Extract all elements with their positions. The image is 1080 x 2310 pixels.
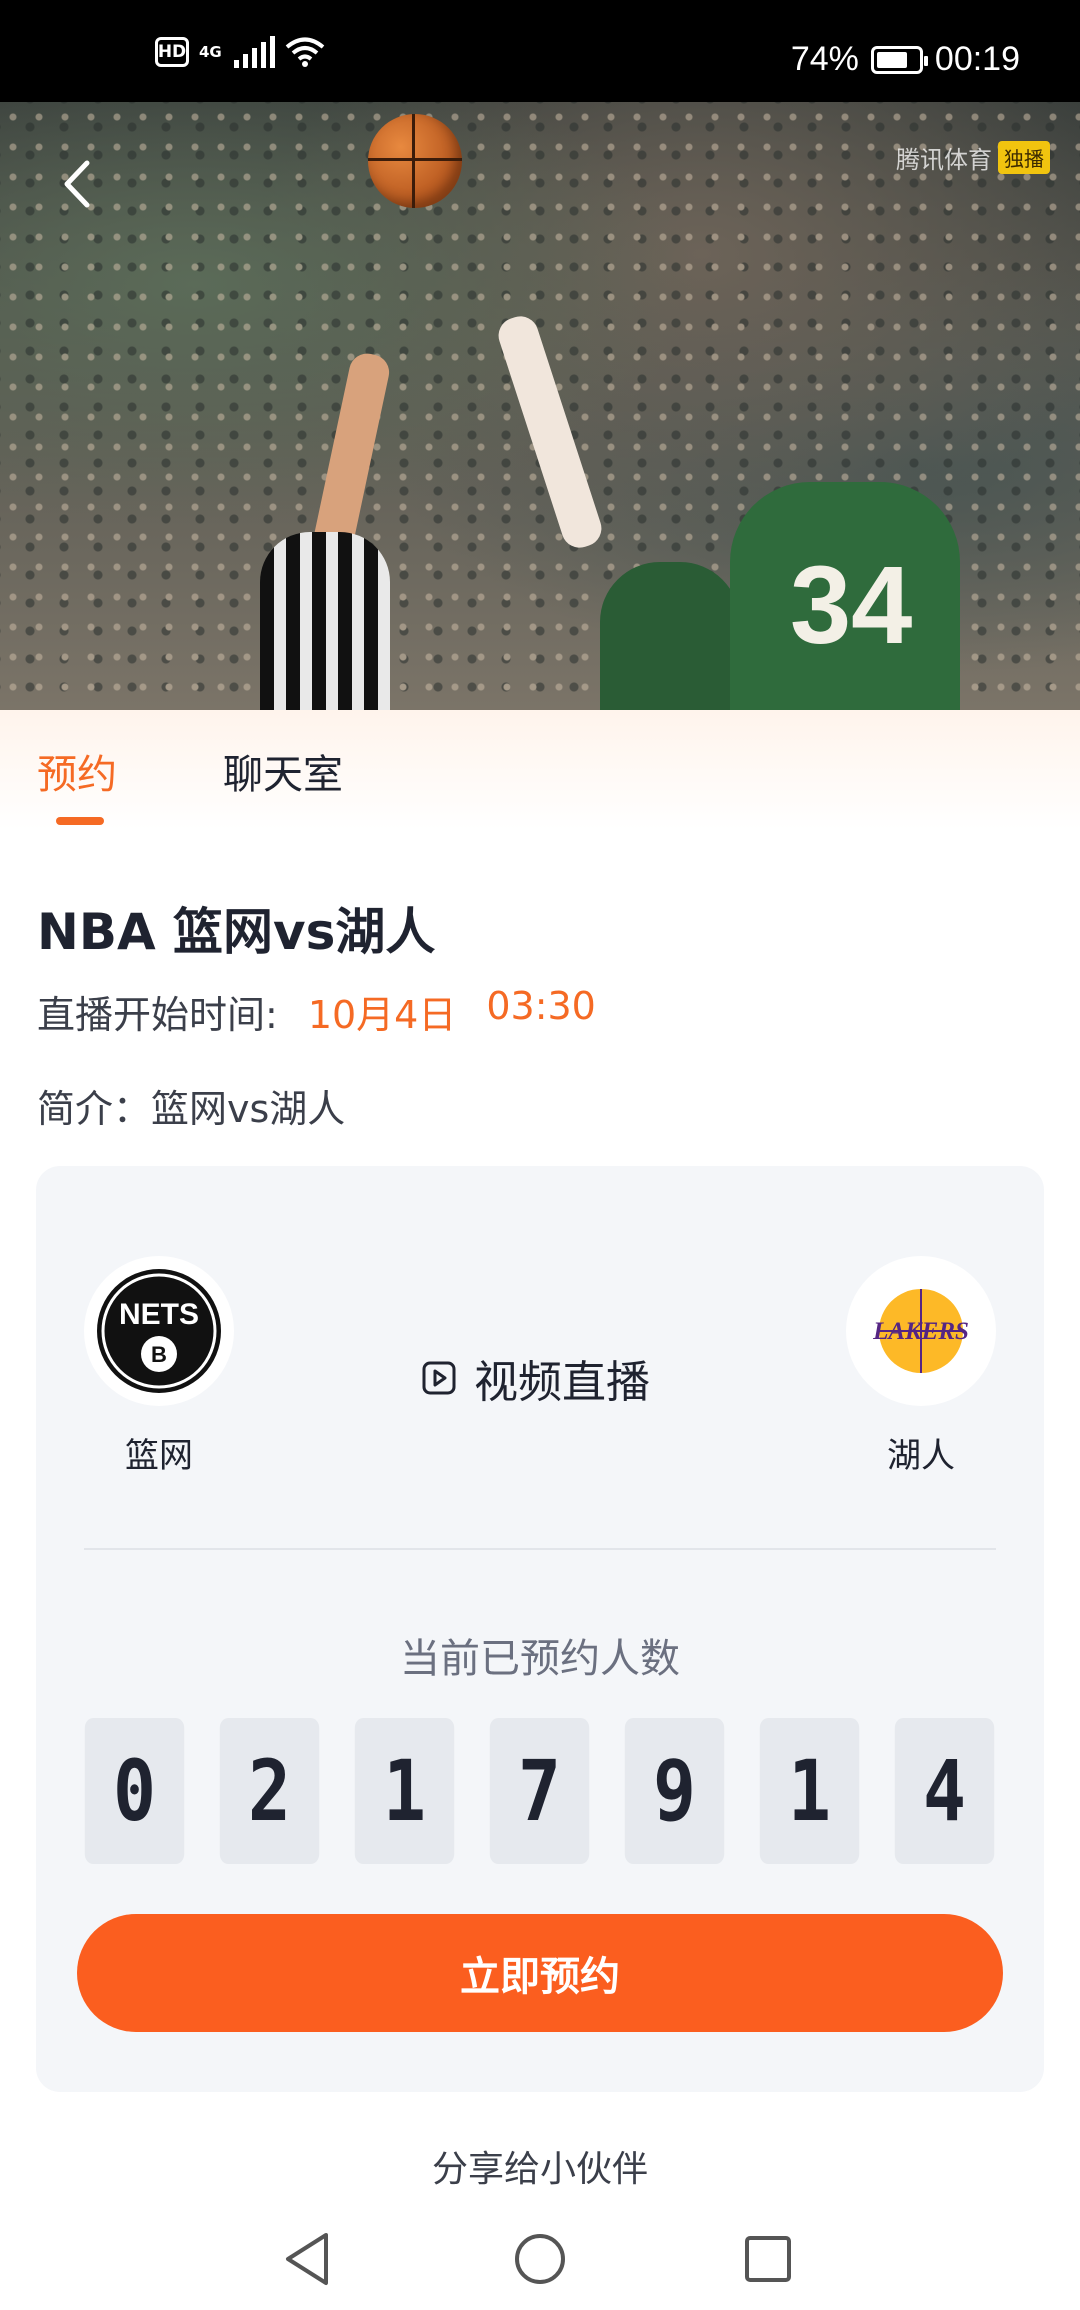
start-time-row: 直播开始时间: 10月4日 03:30	[37, 984, 596, 1039]
counter-digit: 2	[219, 1718, 320, 1864]
referee-figure	[260, 532, 390, 710]
tab-chatroom[interactable]: 聊天室	[223, 742, 343, 800]
counter-digit: 1	[759, 1718, 860, 1864]
home-team: NETS B 篮网	[84, 1256, 234, 1477]
lakers-logo-icon: LAKERS	[872, 1289, 969, 1373]
watermark-tag: 独播	[998, 141, 1050, 174]
battery-level	[876, 51, 907, 68]
away-team-name: 湖人	[887, 1436, 955, 1476]
circle-home-icon	[515, 2234, 565, 2284]
reservation-counter: 0 2 1 7 9 1 4	[76, 1718, 1003, 1864]
watermark-text: 腾讯体育	[896, 146, 992, 174]
hd-icon: HD	[155, 37, 189, 67]
triangle-back-icon	[286, 2233, 328, 2285]
status-icons-left: HD 4G	[155, 36, 325, 68]
tab-active-indicator	[56, 817, 104, 825]
start-time-label: 直播开始时间:	[37, 993, 278, 1037]
status-icons-right: 74% 00:19	[791, 40, 1020, 79]
battery-percent: 74%	[790, 40, 859, 78]
nav-back-button[interactable]	[272, 2224, 342, 2294]
wifi-icon	[285, 36, 325, 68]
reserve-now-button[interactable]: 立即预约	[77, 1914, 1003, 2032]
hero-video-cover[interactable]: 34 腾讯体育 独播	[0, 102, 1080, 710]
chevron-left-icon	[64, 160, 90, 208]
nav-home-button[interactable]	[505, 2224, 575, 2294]
svg-text:NETS: NETS	[119, 1298, 199, 1331]
share-link[interactable]: 分享给小伙伴	[0, 2140, 1080, 2192]
away-team: LAKERS 湖人	[846, 1256, 996, 1477]
svg-text:LAKERS: LAKERS	[872, 1318, 969, 1345]
start-date: 10月4日	[307, 993, 457, 1037]
tab-bar: 预约 聊天室	[0, 710, 1080, 830]
event-intro: 简介：篮网vs湖人	[37, 1087, 346, 1131]
system-nav-bar	[0, 2210, 1080, 2310]
nets-logo: NETS B	[84, 1256, 234, 1406]
broadcaster-watermark: 腾讯体育 独播	[896, 140, 1050, 175]
tab-reservation[interactable]: 预约	[37, 742, 117, 800]
signal-icon	[233, 36, 275, 68]
clock: 00:19	[934, 40, 1020, 78]
nets-logo-icon: NETS B	[97, 1269, 221, 1393]
basketball-image	[368, 114, 462, 208]
jersey-number: 34	[790, 544, 913, 667]
match-card: NETS B 篮网 视频直播 LAKERS 湖人 当前已预约人数 0 2 1 7	[36, 1166, 1044, 2092]
nav-recents-button[interactable]	[733, 2224, 803, 2294]
counter-digit: 4	[894, 1718, 995, 1864]
counter-digit: 1	[354, 1718, 455, 1864]
lakers-logo: LAKERS	[846, 1256, 996, 1406]
status-bar: HD 4G 74% 00:19	[0, 0, 1080, 102]
event-title: NBA 篮网vs湖人	[37, 903, 436, 961]
video-live-label: 视频直播	[422, 1346, 650, 1410]
counter-digit: 9	[624, 1718, 725, 1864]
player-figure	[600, 562, 740, 710]
svg-text:B: B	[151, 1342, 167, 1367]
divider	[84, 1548, 996, 1550]
counter-digit: 7	[489, 1718, 590, 1864]
counter-digit: 0	[84, 1718, 185, 1864]
square-recents-icon	[745, 2236, 791, 2282]
video-live-text: 视频直播	[474, 1357, 650, 1408]
play-icon	[422, 1361, 456, 1395]
battery-icon	[870, 45, 928, 74]
reservation-count-label: 当前已预约人数	[400, 1636, 680, 1682]
back-button[interactable]	[52, 152, 100, 216]
start-clock: 03:30	[486, 984, 596, 1028]
home-team-name: 篮网	[125, 1436, 193, 1476]
network-type: 4G	[199, 43, 222, 61]
